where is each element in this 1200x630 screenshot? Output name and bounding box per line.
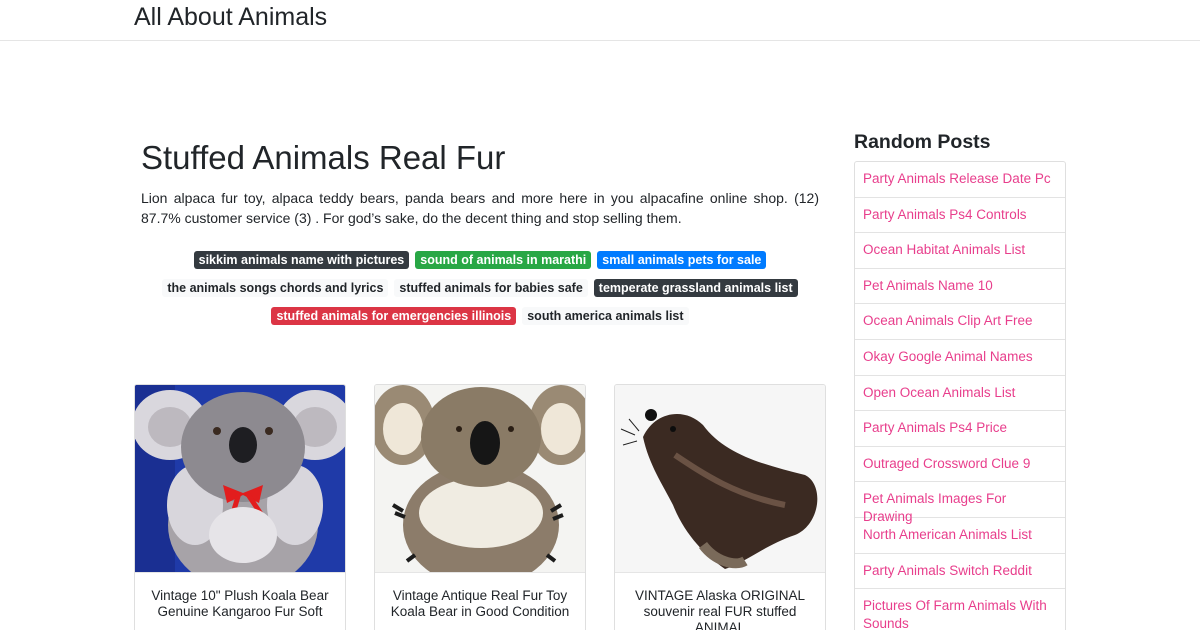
random-post-link[interactable]: Outraged Crossword Clue 9 <box>855 447 1065 483</box>
product-card[interactable]: Vintage Antique Real Fur Toy Koala Bear … <box>374 384 586 630</box>
tag-link[interactable]: stuffed animals for emergencies illinois <box>271 307 517 325</box>
tag-link[interactable]: sound of animals in marathi <box>415 251 592 269</box>
random-post-link[interactable]: Ocean Habitat Animals List <box>855 233 1065 269</box>
tag-cloud: sikkim animals name with pictures sound o… <box>141 246 819 330</box>
top-navbar: All About Animals <box>0 0 1200 41</box>
card-caption[interactable]: Vintage Antique Real Fur Toy Koala Bear … <box>383 588 577 620</box>
random-post-link[interactable]: Open Ocean Animals List <box>855 376 1065 412</box>
product-card[interactable]: VINTAGE Alaska ORIGINAL souvenir real FU… <box>614 384 826 630</box>
card-caption[interactable]: Vintage 10" Plush Koala Bear Genuine Kan… <box>143 588 337 620</box>
random-post-link[interactable]: Pet Animals Name 10 <box>855 269 1065 305</box>
random-post-link[interactable]: Okay Google Animal Names <box>855 340 1065 376</box>
random-post-link[interactable]: Party Animals Switch Reddit <box>855 554 1065 590</box>
random-post-link[interactable]: Pet Animals Images For Drawing <box>855 482 1065 524</box>
random-post-link[interactable]: Party Animals Ps4 Price <box>855 411 1065 447</box>
card-caption[interactable]: VINTAGE Alaska ORIGINAL souvenir real FU… <box>623 588 817 630</box>
sidebar-title: Random Posts <box>854 131 991 153</box>
card-image-koala-plush[interactable] <box>135 385 345 573</box>
tag-link[interactable]: the animals songs chords and lyrics <box>162 279 389 297</box>
random-post-link[interactable]: Ocean Animals Clip Art Free <box>855 304 1065 340</box>
random-posts-list: Party Animals Release Date Pc Party Anim… <box>854 161 1066 630</box>
site-brand-link[interactable]: All About Animals <box>134 2 327 32</box>
tag-link[interactable]: small animals pets for sale <box>597 251 767 269</box>
random-post-link[interactable]: Party Animals Ps4 Controls <box>855 198 1065 234</box>
card-image-fur-koala[interactable] <box>375 385 585 573</box>
article-description: Lion alpaca fur toy, alpaca teddy bears,… <box>141 190 819 226</box>
sidebar-random-posts: Random Posts Party Animals Release Date … <box>854 130 1066 630</box>
random-post-link[interactable]: Pictures Of Farm Animals With Sounds <box>855 589 1065 630</box>
random-post-link[interactable]: Party Animals Release Date Pc <box>855 162 1065 198</box>
tag-link[interactable]: sikkim animals name with pictures <box>193 251 410 269</box>
article-title: Stuffed Animals Real Fur <box>141 139 506 176</box>
tag-link[interactable]: temperate grassland animals list <box>593 279 798 297</box>
tag-link[interactable]: south america animals list <box>522 307 689 325</box>
card-image-fur-seal[interactable] <box>615 385 825 573</box>
tag-link[interactable]: stuffed animals for babies safe <box>394 279 588 297</box>
product-card[interactable]: Vintage 10" Plush Koala Bear Genuine Kan… <box>134 384 346 630</box>
